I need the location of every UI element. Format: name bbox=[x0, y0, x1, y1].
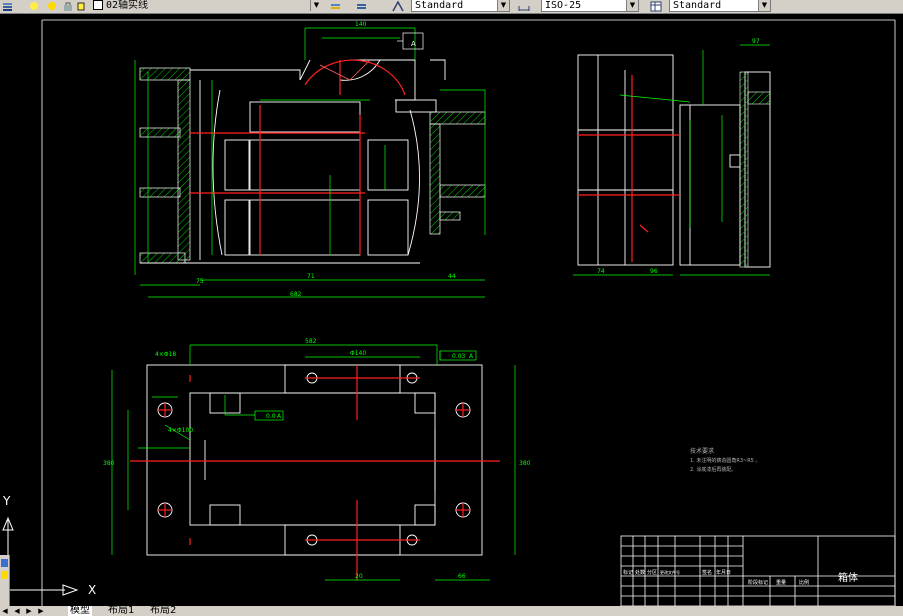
chevron-down-icon[interactable]: ▼ bbox=[626, 0, 638, 11]
lightbulb-icon[interactable] bbox=[28, 0, 40, 12]
tool-palette-edge[interactable] bbox=[0, 555, 10, 606]
layer-color-icon bbox=[76, 0, 88, 12]
layer-previous-icon[interactable] bbox=[330, 0, 342, 12]
tech-requirements-line2: 2. 涂底漆后再装配。 bbox=[690, 466, 736, 473]
text-style-icon[interactable] bbox=[392, 0, 404, 12]
dim-style-icon[interactable] bbox=[518, 0, 530, 12]
title-block-name: 箱体 bbox=[838, 571, 858, 584]
tb-col-6: 年月日 bbox=[716, 569, 731, 576]
drawing-canvas[interactable]: 682 44 75 71 140 97 74 96 582 Φ140 380 3… bbox=[0, 14, 903, 606]
dim-mid-bottom: 71 bbox=[307, 273, 315, 280]
table-style-icon[interactable] bbox=[650, 0, 662, 12]
dim-plan-holes2: 4×Φ100 bbox=[168, 427, 193, 434]
tb-col-3: 分区 bbox=[647, 569, 657, 576]
tb-col-9: 比例 bbox=[799, 579, 809, 586]
datum-label: A bbox=[411, 40, 416, 48]
layer-swatch bbox=[93, 0, 103, 10]
next-tab-icon[interactable]: ▶ bbox=[24, 606, 34, 616]
tb-col-1: 标记 bbox=[623, 569, 633, 576]
ucs-y-label: Y bbox=[2, 494, 11, 508]
chevron-down-icon[interactable]: ▼ bbox=[497, 0, 509, 11]
gdt-parallelism: 0.03 bbox=[452, 353, 466, 360]
dim-style-dropdown[interactable]: ISO-25 ▼ bbox=[541, 0, 639, 12]
dim-plan-top: 582 bbox=[305, 338, 317, 345]
dim-side-top: 97 bbox=[752, 38, 760, 45]
tb-col-8: 重量 bbox=[776, 579, 786, 586]
tab-layout1[interactable]: 布局1 bbox=[106, 606, 136, 616]
dim-plan-holes: 4×Φ18 bbox=[155, 351, 176, 358]
layer-name: 02轴实线 bbox=[106, 0, 149, 11]
text-style-value: Standard bbox=[415, 0, 464, 11]
chevron-down-icon[interactable]: ▼ bbox=[758, 0, 770, 11]
tb-col-2: 处数 bbox=[635, 569, 645, 576]
table-style-value: Standard bbox=[673, 0, 722, 11]
lock-icon[interactable] bbox=[62, 0, 74, 12]
dim-side-bottom-left: 74 bbox=[597, 268, 605, 275]
tb-col-7: 阶段标记 bbox=[748, 579, 768, 586]
layer-dropdown[interactable]: 02轴实线 ▼ bbox=[90, 0, 322, 12]
first-tab-icon[interactable]: ◀ bbox=[0, 606, 10, 616]
table-style-dropdown[interactable]: Standard ▼ bbox=[669, 0, 771, 12]
layer-tool-icon[interactable] bbox=[356, 0, 368, 12]
sun-icon[interactable] bbox=[46, 0, 58, 12]
dim-left-bottom: 75 bbox=[196, 278, 204, 285]
dim-plan-bottom-left: 20 bbox=[355, 573, 363, 580]
dim-overall-width: 682 bbox=[290, 291, 302, 298]
text-style-dropdown[interactable]: Standard ▼ bbox=[411, 0, 510, 12]
layout-tabs-bar: ◀ ◀ ▶ ▶ 模型 布局1 布局2 bbox=[0, 606, 903, 616]
palette-icon-2[interactable] bbox=[1, 571, 8, 579]
last-tab-icon[interactable]: ▶ bbox=[36, 606, 46, 616]
dim-style-value: ISO-25 bbox=[545, 0, 582, 11]
dim-plan-left: 380 bbox=[103, 460, 115, 467]
ucs-x-label: X bbox=[88, 583, 96, 597]
prev-tab-icon[interactable]: ◀ bbox=[12, 606, 22, 616]
dim-top-140: 140 bbox=[355, 21, 367, 28]
dim-plan-right: 380 bbox=[519, 460, 531, 467]
tab-model[interactable]: 模型 bbox=[68, 606, 92, 616]
palette-icon[interactable] bbox=[1, 559, 8, 567]
tab-layout2[interactable]: 布局2 bbox=[148, 606, 178, 616]
dim-side-bottom-mid: 96 bbox=[650, 268, 658, 275]
dim-plan-mid: Φ140 bbox=[350, 350, 366, 357]
toolbar: 02轴实线 ▼ Standard ▼ ISO-25 ▼ Standard ▼ bbox=[0, 0, 903, 14]
chevron-down-icon[interactable]: ▼ bbox=[310, 0, 322, 11]
tb-col-5: 签名 bbox=[702, 569, 712, 576]
dim-bottom-right: 44 bbox=[448, 273, 456, 280]
tech-requirements-line1: 1. 未注明的铸造圆角R3~R5 。 bbox=[690, 457, 760, 464]
gdt-flatness: 0.0 bbox=[266, 413, 276, 420]
tb-col-4: 更改文件号 bbox=[660, 569, 680, 575]
dim-plan-bottom-right: 66 bbox=[458, 573, 466, 580]
layer-manager-icon[interactable] bbox=[2, 0, 14, 12]
tech-requirements-heading: 技术要求 bbox=[690, 447, 714, 455]
